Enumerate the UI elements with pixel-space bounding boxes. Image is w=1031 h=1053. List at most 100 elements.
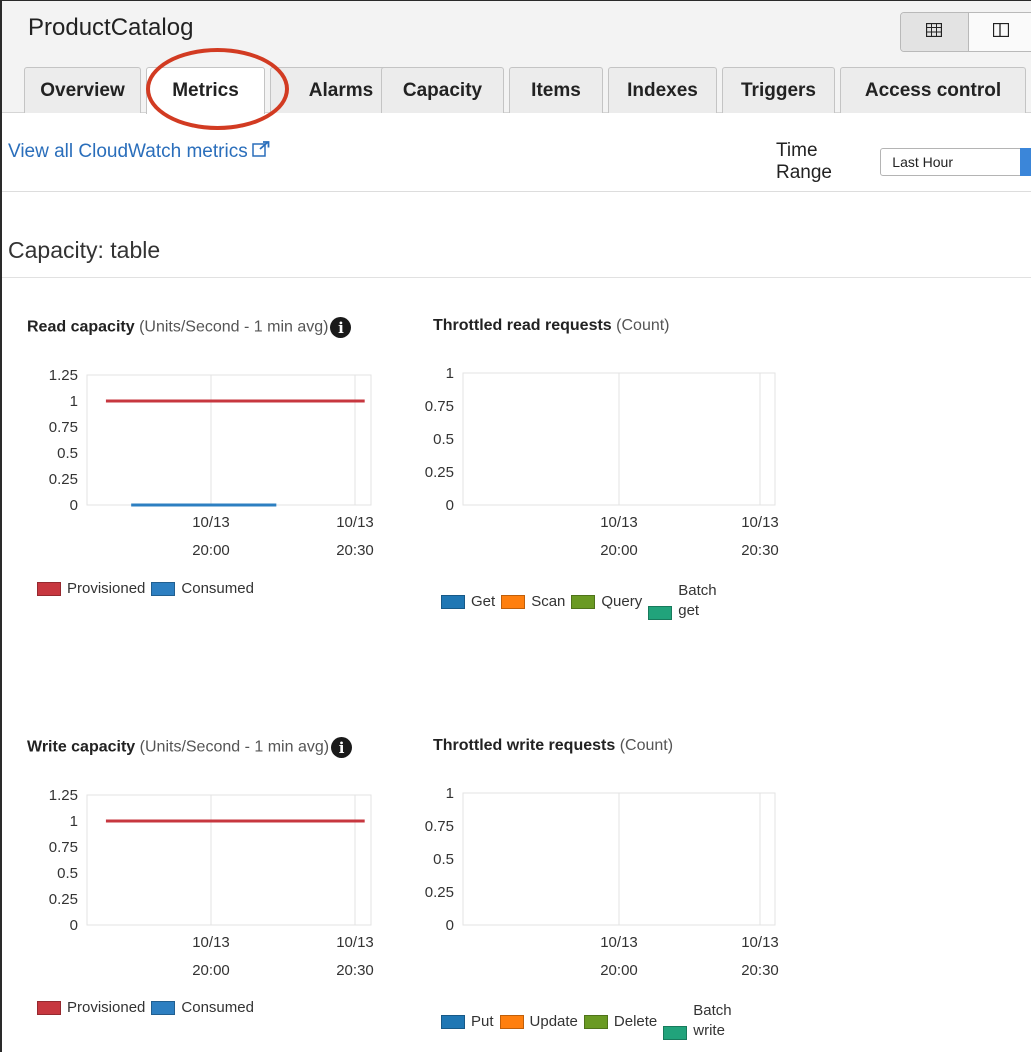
y-tick-label: 0.25 xyxy=(49,471,78,488)
time-range-control: Time Range Last Hour xyxy=(776,140,1031,184)
y-tick-label: 0.5 xyxy=(433,431,454,448)
legend-item[interactable]: Scan xyxy=(501,593,565,610)
legend-label: Batchwrite xyxy=(693,1001,731,1041)
table-view-icon xyxy=(926,23,942,42)
legend-item[interactable]: Get xyxy=(441,593,495,610)
page-title: ProductCatalog xyxy=(28,14,193,42)
x-tick-label: 20:00 xyxy=(600,962,638,979)
legend-swatch xyxy=(441,1015,465,1029)
info-icon[interactable]: i xyxy=(330,317,351,338)
legend-swatch xyxy=(441,595,465,609)
chart-title: Read capacity xyxy=(27,319,135,336)
legend-swatch xyxy=(151,582,175,596)
external-link-icon xyxy=(252,141,270,163)
cloudwatch-link[interactable]: View all CloudWatch metrics xyxy=(8,141,270,163)
x-tick-label: 20:30 xyxy=(336,542,374,559)
chart-title: Write capacity xyxy=(27,739,135,756)
legend-label: Query xyxy=(601,593,642,610)
chart-subtitle: (Units/Second - 1 min avg) xyxy=(139,319,328,336)
legend-swatch xyxy=(663,1026,687,1040)
x-tick-label: 10/13 xyxy=(192,934,230,951)
time-range-label: Time Range xyxy=(776,140,872,184)
legend-item[interactable]: Provisioned xyxy=(37,999,145,1016)
x-tick-label: 10/13 xyxy=(741,934,779,951)
legend-swatch xyxy=(151,1001,175,1015)
tab-capacity[interactable]: Capacity xyxy=(381,67,504,113)
y-tick-label: 1 xyxy=(446,365,454,382)
x-tick-label: 10/13 xyxy=(600,934,638,951)
throttled-read-legend: Get Scan Query Batchget xyxy=(441,593,717,633)
read-capacity-chart: 00.250.50.7511.2510/1320:0010/1320:30 xyxy=(0,360,400,570)
y-tick-label: 0 xyxy=(70,497,78,514)
legend-item[interactable]: Provisioned xyxy=(37,580,145,597)
x-tick-label: 20:00 xyxy=(192,542,230,559)
chart-title-write-capacity: Write capacity (Units/Second - 1 min avg… xyxy=(27,737,352,758)
x-tick-label: 20:30 xyxy=(336,962,374,979)
chart-title-throttled-write: Throttled write requests (Count) xyxy=(433,737,673,755)
chart-title: Throttled write requests xyxy=(433,737,615,754)
read-capacity-legend: Provisioned Consumed xyxy=(37,580,254,597)
x-tick-label: 10/13 xyxy=(336,514,374,531)
legend-item[interactable]: Query xyxy=(571,593,642,610)
throttled-read-chart: 00.250.50.75110/1320:0010/1320:30 xyxy=(400,360,800,570)
tab-access-control[interactable]: Access control xyxy=(840,67,1026,113)
legend-label: Provisioned xyxy=(67,999,145,1016)
legend-item[interactable]: Batchget xyxy=(648,593,716,633)
legend-swatch xyxy=(37,582,61,596)
legend-label: Consumed xyxy=(181,580,254,597)
highlight-circle xyxy=(146,48,289,130)
y-tick-label: 0 xyxy=(446,917,454,934)
x-tick-label: 20:00 xyxy=(600,542,638,559)
y-tick-label: 1 xyxy=(70,813,78,830)
divider xyxy=(2,191,1031,192)
legend-item[interactable]: Batchwrite xyxy=(663,1013,731,1053)
legend-label: Batchget xyxy=(678,581,716,621)
section-title: Capacity: table xyxy=(8,237,160,264)
legend-swatch xyxy=(648,606,672,620)
legend-item[interactable]: Consumed xyxy=(151,999,254,1016)
legend-label: Consumed xyxy=(181,999,254,1016)
y-tick-label: 0 xyxy=(446,497,454,514)
legend-label: Delete xyxy=(614,1013,657,1030)
y-tick-label: 0.5 xyxy=(433,851,454,868)
time-range-select[interactable]: Last Hour xyxy=(880,148,1031,176)
x-tick-label: 10/13 xyxy=(192,514,230,531)
split-view-icon xyxy=(993,23,1009,42)
legend-item[interactable]: Update xyxy=(500,1013,578,1030)
y-tick-label: 0.75 xyxy=(49,419,78,436)
legend-item[interactable]: Consumed xyxy=(151,580,254,597)
y-tick-label: 0.75 xyxy=(425,818,454,835)
y-tick-label: 1 xyxy=(70,393,78,410)
legend-label: Put xyxy=(471,1013,494,1030)
view-toggle xyxy=(900,12,1031,52)
chart-subtitle: (Count) xyxy=(616,317,669,334)
chart-title-throttled-read: Throttled read requests (Count) xyxy=(433,317,670,335)
legend-label: Update xyxy=(530,1013,578,1030)
y-tick-label: 0.5 xyxy=(57,865,78,882)
divider xyxy=(2,277,1031,278)
tab-triggers[interactable]: Triggers xyxy=(722,67,835,113)
plot-area xyxy=(87,375,371,505)
y-tick-label: 0.75 xyxy=(425,398,454,415)
table-view-button[interactable] xyxy=(901,13,968,51)
legend-swatch xyxy=(501,595,525,609)
x-tick-label: 20:00 xyxy=(192,962,230,979)
throttled-write-legend: Put Update Delete Batchwrite xyxy=(441,1013,732,1053)
split-view-button[interactable] xyxy=(968,13,1031,51)
chart-title-read-capacity: Read capacity (Units/Second - 1 min avg)… xyxy=(27,317,351,338)
y-tick-label: 0.25 xyxy=(425,464,454,481)
chart-subtitle: (Units/Second - 1 min avg) xyxy=(140,739,329,756)
legend-swatch xyxy=(571,595,595,609)
legend-item[interactable]: Delete xyxy=(584,1013,657,1030)
tab-items[interactable]: Items xyxy=(509,67,603,113)
legend-item[interactable]: Put xyxy=(441,1013,494,1030)
tab-overview[interactable]: Overview xyxy=(24,67,141,113)
cloudwatch-link-label: View all CloudWatch metrics xyxy=(8,141,248,163)
legend-label: Scan xyxy=(531,593,565,610)
tab-indexes[interactable]: Indexes xyxy=(608,67,717,113)
x-tick-label: 10/13 xyxy=(336,934,374,951)
tab-alarms[interactable]: Alarms xyxy=(270,67,398,113)
info-icon[interactable]: i xyxy=(331,737,352,758)
x-tick-label: 10/13 xyxy=(741,514,779,531)
select-arrow-icon xyxy=(1020,148,1031,176)
